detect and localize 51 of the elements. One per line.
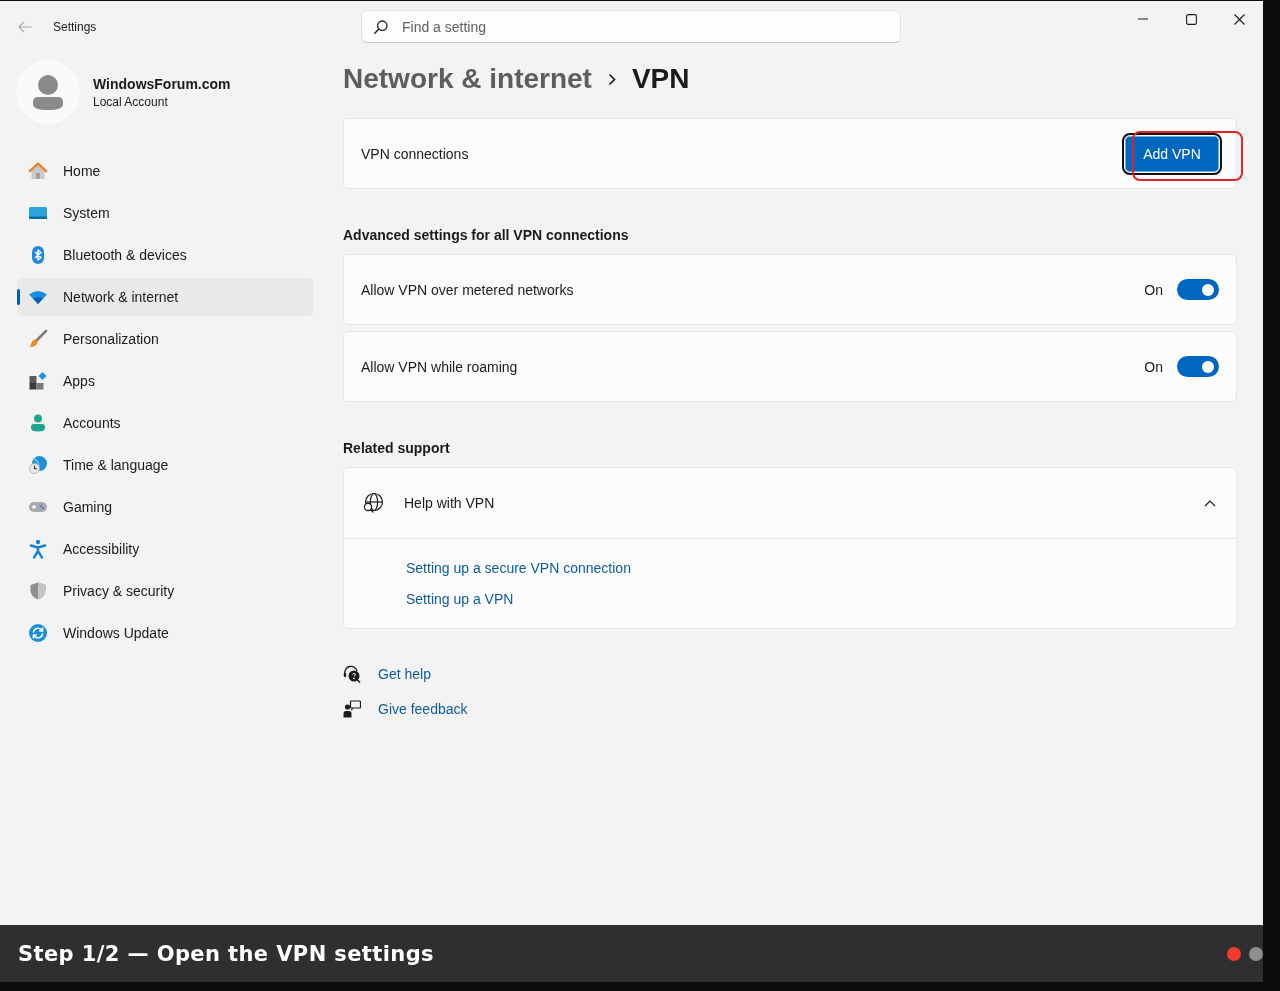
person-screen-icon xyxy=(343,700,361,718)
nav-item[interactable]: Accounts xyxy=(17,404,313,442)
shield-icon xyxy=(28,581,48,601)
nav-item[interactable]: Time & language xyxy=(17,446,313,484)
search-icon xyxy=(374,20,388,34)
nav-item[interactable]: Privacy & security xyxy=(17,572,313,610)
toggle-state-label: On xyxy=(1144,281,1163,298)
toggle-switch[interactable] xyxy=(1177,279,1219,300)
breadcrumb-link[interactable]: Network & internet xyxy=(343,63,592,95)
paintbrush-icon xyxy=(28,329,48,349)
toggle-state-label: On xyxy=(1144,358,1163,375)
chevron-up-icon xyxy=(1204,499,1216,507)
expander-header[interactable]: Help with VPN xyxy=(344,468,1236,538)
globe-search-icon xyxy=(362,492,384,514)
feedback-link[interactable]: Give feedback xyxy=(378,699,468,719)
window-title: Settings xyxy=(53,20,97,34)
person-icon xyxy=(28,413,48,433)
add-vpn-button[interactable]: Add VPN xyxy=(1125,135,1219,172)
search-field[interactable]: Find a setting xyxy=(361,10,901,43)
account-name: WindowsForum.com xyxy=(93,75,231,92)
setting-label: VPN connections xyxy=(361,145,469,162)
help-link[interactable]: Setting up a VPN xyxy=(406,589,514,609)
sync-arrows-icon xyxy=(28,623,48,643)
account-type: Local Account xyxy=(93,94,169,109)
nav-item[interactable]: Gaming xyxy=(17,488,313,526)
avatar-icon xyxy=(16,60,80,124)
close-icon[interactable] xyxy=(1233,13,1245,25)
chevron-right-icon xyxy=(607,72,616,86)
globe-clock-icon xyxy=(28,455,48,475)
nav-item[interactable]: Apps xyxy=(17,362,313,400)
help-bubble-icon xyxy=(343,665,361,683)
nav-item[interactable]: Bluetooth & devices xyxy=(17,236,313,274)
section-heading: Related support xyxy=(343,439,451,457)
help-link[interactable]: Setting up a secure VPN connection xyxy=(406,558,631,578)
page-title: VPN xyxy=(631,63,690,95)
nav-item[interactable]: Home xyxy=(17,152,313,190)
nav-item[interactable]: Windows Update xyxy=(17,614,313,652)
maximize-icon[interactable] xyxy=(1185,13,1197,25)
app-tiles-icon xyxy=(28,371,48,391)
step-caption: Step 1/2 — Open the VPN settings xyxy=(18,941,435,966)
nav-item[interactable]: Network & internet xyxy=(17,278,313,316)
nav-item[interactable]: Personalization xyxy=(17,320,313,358)
toggle-switch[interactable] xyxy=(1177,356,1219,377)
get-help-link[interactable]: Get help xyxy=(378,664,431,684)
nav-item[interactable]: Accessibility xyxy=(17,530,313,568)
section-heading: Advanced settings for all VPN connections xyxy=(343,226,630,244)
setting-label: Allow VPN while roaming xyxy=(361,358,518,375)
accessibility-figure-icon xyxy=(28,539,48,559)
house-icon xyxy=(28,161,48,181)
setting-label: Allow VPN over metered networks xyxy=(361,281,574,298)
nav-item[interactable]: System xyxy=(17,194,313,232)
